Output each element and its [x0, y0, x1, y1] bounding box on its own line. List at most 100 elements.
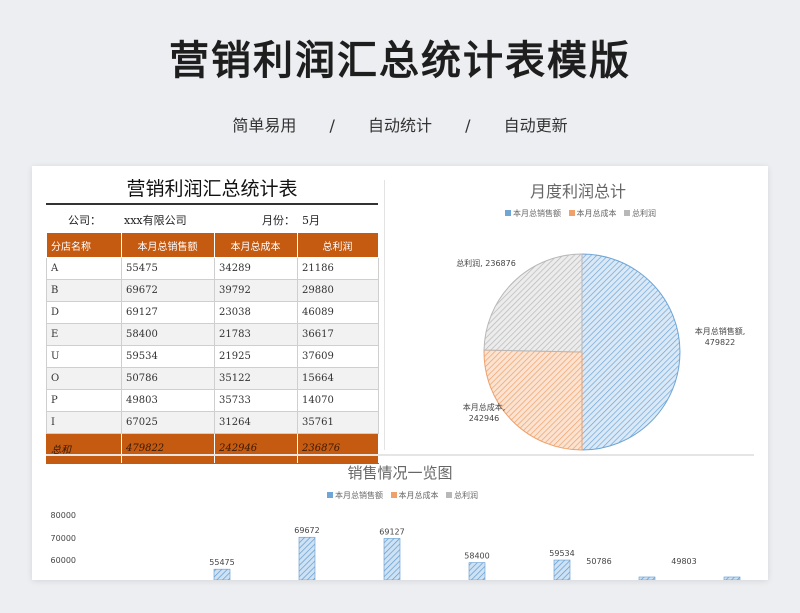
bar-legend: 本月总销售额 本月总成本 总利润 [32, 490, 768, 501]
legend-swatch-sales [504, 210, 511, 216]
feature-list: 简单易用 / 自动统计 / 自动更新 [0, 112, 800, 136]
feature-item: 自动更新 [503, 116, 568, 135]
column-header: 总利润 [297, 232, 379, 258]
value-cell: 21186 [297, 257, 379, 280]
value-cell: 23038 [214, 301, 298, 324]
bar-mark [213, 568, 231, 580]
total-label: 总和 [46, 433, 122, 464]
pie-legend: 本月总销售额 本月总成本 总利润 [388, 208, 768, 219]
title-divider [46, 203, 378, 205]
pie-chart-title: 月度利润总计 [529, 182, 626, 201]
value-cell: 58400 [121, 323, 215, 346]
table-title: 营销利润汇总统计表 [126, 178, 298, 200]
bar-chart-title: 销售情况一览图 [347, 464, 453, 482]
value-cell: 37609 [297, 345, 379, 368]
pie-label-cost-value: 242946 [469, 414, 500, 423]
store-name-cell: U [46, 345, 122, 368]
value-cell: 15664 [297, 367, 379, 390]
table-row: E 58400 21783 36617 [46, 323, 379, 346]
bar-mark [383, 538, 401, 580]
bar-data-label: 59534 [549, 549, 574, 558]
legend-swatch-cost [568, 210, 575, 216]
value-cell: 31264 [214, 411, 298, 434]
legend-label: 本月总成本 [398, 491, 439, 500]
table-row: D 69127 23038 46089 [46, 301, 379, 324]
bar-mark [638, 576, 656, 580]
store-name-cell: B [46, 279, 122, 302]
pie-label-profit: 总利润, 236876 [456, 258, 516, 268]
y-tick-label: 60000 [51, 556, 76, 565]
pie-label-sales-value: 479822 [705, 338, 736, 347]
value-cell: 55475 [121, 257, 215, 280]
value-cell: 14070 [297, 389, 379, 412]
page-title: 营销利润汇总统计表模版 [169, 38, 631, 84]
month-label: 月份： [262, 214, 295, 227]
y-tick-label: 70000 [51, 534, 76, 543]
store-name-cell: A [46, 257, 122, 280]
store-name-cell: O [46, 367, 122, 390]
bar-data-label: 69672 [294, 526, 319, 535]
feature-separator: / [465, 116, 471, 135]
total-row: 总和 479822 242946 236876 [46, 433, 379, 464]
value-cell: 46089 [297, 301, 379, 324]
feature-item: 自动统计 [367, 116, 432, 135]
pie-slice-profit [483, 253, 583, 353]
spreadsheet-preview: 营销利润汇总统计表 公司： xxx有限公司 月份： 5月 分店名称 本月总销售额… [32, 166, 768, 580]
company-label: 公司： [68, 214, 101, 227]
bar-data-label: 55475 [209, 558, 234, 567]
bar-mark [723, 576, 741, 580]
bar-data-label: 49803 [671, 557, 696, 566]
value-cell: 21783 [214, 323, 298, 346]
table-row: I 67025 31264 35761 [46, 411, 379, 434]
month-value: 5月 [302, 214, 320, 227]
table-row: P 49803 35733 14070 [46, 389, 379, 412]
value-cell: 50786 [121, 367, 215, 390]
company-value: xxx有限公司 [124, 214, 187, 227]
legend-swatch-sales [326, 492, 333, 498]
pie-label-cost-name: 本月总成本, [463, 402, 506, 412]
column-header: 本月总销售额 [121, 232, 215, 258]
value-cell: 67025 [121, 411, 215, 434]
table-row: A 55475 34289 21186 [46, 257, 379, 280]
table-row: O 50786 35122 15664 [46, 367, 379, 390]
bar-data-label: 50786 [586, 557, 611, 566]
legend-label: 总利润 [454, 491, 479, 500]
pie-label-sales-name: 本月总销售额, [695, 326, 746, 336]
table-row: B 69672 39792 29880 [46, 279, 379, 302]
table-header-row: 分店名称 本月总销售额 本月总成本 总利润 [46, 232, 379, 258]
store-name-cell: D [46, 301, 122, 324]
value-cell: 59534 [121, 345, 215, 368]
bar-data-label: 58400 [464, 552, 489, 561]
section-divider [46, 454, 754, 456]
legend-swatch-cost [390, 492, 397, 498]
value-cell: 69672 [121, 279, 215, 302]
table-body: A 55475 34289 21186 B 69672 39792 29880 D 69127 23… [46, 257, 379, 434]
column-header: 本月总成本 [214, 232, 298, 258]
pie-slice-cost [483, 349, 583, 451]
bar-data-label: 69127 [379, 527, 404, 536]
bar-mark [553, 559, 571, 580]
value-cell: 29880 [297, 279, 379, 302]
bar-mark [298, 536, 316, 580]
total-cell: 479822 [121, 433, 215, 464]
value-cell: 35761 [297, 411, 379, 434]
value-cell: 39792 [214, 279, 298, 302]
value-cell: 34289 [214, 257, 298, 280]
legend-label: 本月总成本 [576, 209, 617, 218]
store-name-cell: I [46, 411, 122, 434]
bar-mark [468, 562, 486, 580]
store-name-cell: P [46, 389, 122, 412]
y-tick-label: 80000 [51, 511, 76, 520]
value-cell: 69127 [121, 301, 215, 324]
total-cell: 242946 [214, 433, 298, 464]
column-header: 分店名称 [46, 232, 122, 258]
value-cell: 36617 [297, 323, 379, 346]
legend-swatch-profit [446, 492, 453, 498]
feature-item: 简单易用 [232, 116, 297, 135]
summary-table: 分店名称 本月总销售额 本月总成本 总利润 A 55475 34289 21186 B 6… [46, 232, 379, 464]
legend-label: 本月总销售额 [334, 491, 383, 500]
value-cell: 49803 [121, 389, 215, 412]
table-row: U 59534 21925 37609 [46, 345, 379, 368]
store-name-cell: E [46, 323, 122, 346]
pie-slice-sales [581, 253, 681, 451]
